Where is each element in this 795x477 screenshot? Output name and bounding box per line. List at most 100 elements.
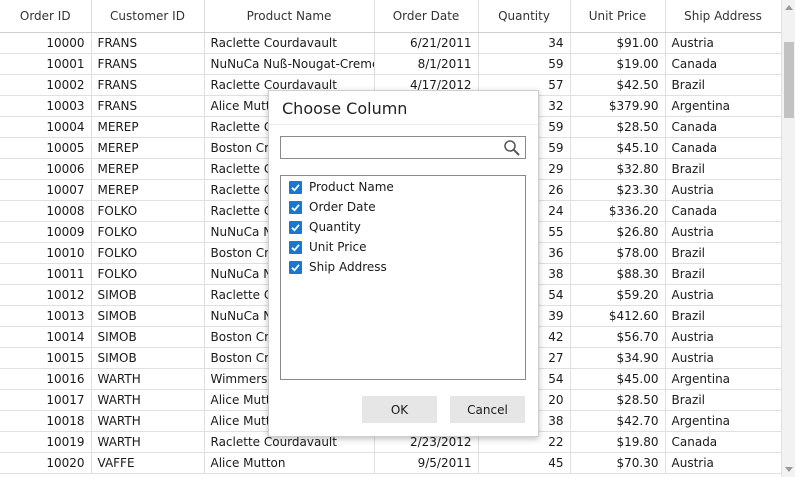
cell-ship-address[interactable]: Brazil	[665, 242, 781, 264]
cell-unit-price[interactable]: $26.80	[570, 221, 666, 243]
cell-order-id[interactable]: 10019	[0, 431, 92, 453]
table-row[interactable]: 10001 FRANS NuNuCa Nuß-Nougat-Creme 8/1/201…	[0, 53, 781, 75]
column-header-customer-id[interactable]: Customer ID	[91, 0, 205, 33]
cell-order-id[interactable]: 10020	[0, 452, 92, 474]
cell-order-id[interactable]: 10010	[0, 242, 92, 264]
scroll-down-arrow-icon[interactable]	[785, 467, 793, 472]
cell-order-id[interactable]: 10017	[0, 389, 92, 411]
cell-customer-id[interactable]: SIMOB	[91, 284, 205, 306]
cell-order-id[interactable]: 10009	[0, 221, 92, 243]
cell-ship-address[interactable]: Argentina	[665, 368, 781, 390]
cell-order-date[interactable]: 8/1/2011	[374, 53, 479, 75]
cell-unit-price[interactable]: $379.90	[570, 95, 666, 117]
cell-customer-id[interactable]: FRANS	[91, 32, 205, 54]
cell-customer-id[interactable]: WARTH	[91, 410, 205, 432]
scrollbar-thumb[interactable]	[784, 42, 794, 118]
cell-unit-price[interactable]: $59.20	[570, 284, 666, 306]
cell-customer-id[interactable]: WARTH	[91, 368, 205, 390]
cell-customer-id[interactable]: WARTH	[91, 431, 205, 453]
column-header-unit-price[interactable]: Unit Price	[570, 0, 666, 33]
cell-unit-price[interactable]: $45.00	[570, 368, 666, 390]
cell-unit-price[interactable]: $70.30	[570, 452, 666, 474]
cell-unit-price[interactable]: $42.50	[570, 74, 666, 96]
cell-customer-id[interactable]: FOLKO	[91, 221, 205, 243]
cell-unit-price[interactable]: $32.80	[570, 158, 666, 180]
cell-order-id[interactable]: 10015	[0, 347, 92, 369]
cell-unit-price[interactable]: $42.70	[570, 410, 666, 432]
ok-button[interactable]: OK	[362, 396, 437, 423]
cell-unit-price[interactable]: $28.50	[570, 116, 666, 138]
cell-unit-price[interactable]: $412.60	[570, 305, 666, 327]
cell-order-id[interactable]: 10004	[0, 116, 92, 138]
cell-customer-id[interactable]: FOLKO	[91, 263, 205, 285]
cell-order-id[interactable]: 10014	[0, 326, 92, 348]
cell-ship-address[interactable]: Austria	[665, 326, 781, 348]
cell-ship-address[interactable]: Brazil	[665, 263, 781, 285]
cell-quantity[interactable]: 59	[478, 53, 571, 75]
column-search-input[interactable]	[281, 137, 499, 156]
cell-product-name[interactable]: Alice Mutton	[204, 452, 375, 474]
cell-order-id[interactable]: 10018	[0, 410, 92, 432]
cell-order-id[interactable]: 10012	[0, 284, 92, 306]
cell-order-id[interactable]: 10011	[0, 263, 92, 285]
cell-ship-address[interactable]: Austria	[665, 452, 781, 474]
cell-customer-id[interactable]: FRANS	[91, 95, 205, 117]
column-checklist-item[interactable]: Ship Address	[281, 257, 525, 277]
cell-customer-id[interactable]: FOLKO	[91, 200, 205, 222]
cell-order-id[interactable]: 10013	[0, 305, 92, 327]
table-row[interactable]: 10020 VAFFE Alice Mutton 9/5/2011 45 $70.30 Au…	[0, 452, 781, 474]
cell-customer-id[interactable]: FRANS	[91, 53, 205, 75]
cell-ship-address[interactable]: Austria	[665, 179, 781, 201]
cell-order-id[interactable]: 10008	[0, 200, 92, 222]
cell-ship-address[interactable]: Canada	[665, 53, 781, 75]
cell-ship-address[interactable]: Austria	[665, 347, 781, 369]
cell-unit-price[interactable]: $19.80	[570, 431, 666, 453]
cell-unit-price[interactable]: $45.10	[570, 137, 666, 159]
cell-customer-id[interactable]: MEREP	[91, 158, 205, 180]
cell-order-id[interactable]: 10002	[0, 74, 92, 96]
cell-order-id[interactable]: 10016	[0, 368, 92, 390]
table-row[interactable]: 10000 FRANS Raclette Courdavault 6/21/2011 3…	[0, 32, 781, 54]
column-header-ship-address[interactable]: Ship Address	[665, 0, 781, 33]
cell-unit-price[interactable]: $28.50	[570, 389, 666, 411]
cell-customer-id[interactable]: SIMOB	[91, 326, 205, 348]
column-header-order-date[interactable]: Order Date	[374, 0, 479, 33]
cell-customer-id[interactable]: FOLKO	[91, 242, 205, 264]
cell-ship-address[interactable]: Austria	[665, 221, 781, 243]
cell-unit-price[interactable]: $19.00	[570, 53, 666, 75]
cell-ship-address[interactable]: Canada	[665, 200, 781, 222]
cell-product-name[interactable]: Raclette Courdavault	[204, 32, 375, 54]
cell-ship-address[interactable]: Brazil	[665, 305, 781, 327]
column-checklist-item[interactable]: Product Name	[281, 177, 525, 197]
cancel-button[interactable]: Cancel	[450, 396, 525, 423]
cell-order-date[interactable]: 9/5/2011	[374, 452, 479, 474]
column-checklist-item[interactable]: Unit Price	[281, 237, 525, 257]
scroll-up-arrow-icon[interactable]	[785, 5, 793, 10]
column-search-box[interactable]	[280, 136, 526, 159]
cell-unit-price[interactable]: $88.30	[570, 263, 666, 285]
cell-customer-id[interactable]: WARTH	[91, 389, 205, 411]
cell-unit-price[interactable]: $23.30	[570, 179, 666, 201]
column-header-quantity[interactable]: Quantity	[478, 0, 571, 33]
cell-ship-address[interactable]: Austria	[665, 284, 781, 306]
checkbox-checked-icon[interactable]	[289, 180, 302, 194]
cell-ship-address[interactable]: Austria	[665, 32, 781, 54]
cell-customer-id[interactable]: VAFFE	[91, 452, 205, 474]
cell-ship-address[interactable]: Argentina	[665, 410, 781, 432]
cell-order-id[interactable]: 10005	[0, 137, 92, 159]
vertical-scrollbar[interactable]	[781, 0, 795, 477]
cell-order-date[interactable]: 6/21/2011	[374, 32, 479, 54]
column-checklist-item[interactable]: Order Date	[281, 197, 525, 217]
cell-ship-address[interactable]: Argentina	[665, 95, 781, 117]
cell-customer-id[interactable]: MEREP	[91, 179, 205, 201]
cell-ship-address[interactable]: Brazil	[665, 74, 781, 96]
cell-quantity[interactable]: 34	[478, 32, 571, 54]
cell-customer-id[interactable]: FRANS	[91, 74, 205, 96]
checkbox-checked-icon[interactable]	[289, 220, 302, 234]
cell-unit-price[interactable]: $91.00	[570, 32, 666, 54]
cell-order-id[interactable]: 10006	[0, 158, 92, 180]
column-header-product-name[interactable]: Product Name	[204, 0, 375, 33]
cell-ship-address[interactable]: Canada	[665, 116, 781, 138]
cell-order-id[interactable]: 10007	[0, 179, 92, 201]
cell-product-name[interactable]: NuNuCa Nuß-Nougat-Creme	[204, 53, 375, 75]
